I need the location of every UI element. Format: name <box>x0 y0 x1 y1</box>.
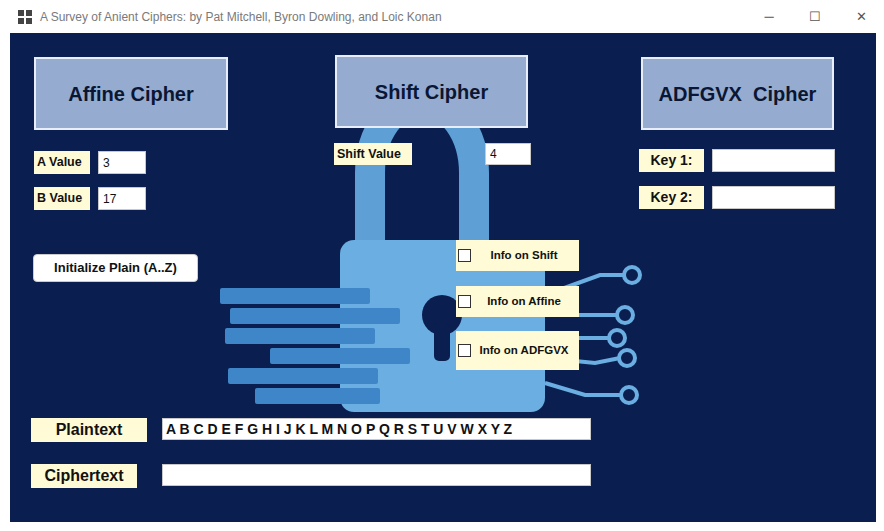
checkbox-box[interactable] <box>458 249 471 262</box>
field-input[interactable] <box>98 151 146 174</box>
checkbox-label: Info on Affine <box>471 293 577 310</box>
ciphertext-field[interactable] <box>162 464 591 486</box>
info-checkbox[interactable]: Info on ADFGVX <box>456 331 579 370</box>
field-input[interactable] <box>98 187 146 210</box>
window-title: A Survey of Anient Ciphers: by Pat Mitch… <box>40 8 746 26</box>
field-input[interactable] <box>712 149 835 172</box>
plaintext-label: Plaintext <box>31 418 147 442</box>
maximize-button[interactable]: ☐ <box>792 0 838 33</box>
window-controls: ─☐✕ <box>746 0 884 33</box>
minimize-button[interactable]: ─ <box>746 0 792 33</box>
field-input[interactable] <box>712 186 835 209</box>
app-icon-square <box>18 10 24 16</box>
field-label: B Value <box>34 187 90 210</box>
field-label: A Value <box>34 151 90 174</box>
app-icon-square <box>26 18 32 24</box>
title-bar: A Survey of Anient Ciphers: by Pat Mitch… <box>0 0 884 33</box>
app-icon-square <box>18 18 24 24</box>
field-input[interactable] <box>485 143 531 165</box>
field-label: Key 1: <box>639 149 704 172</box>
checkbox-label: Info on Shift <box>471 247 577 264</box>
cipher-button[interactable]: Affine Cipher <box>34 57 228 130</box>
cipher-button[interactable]: Shift Cipher <box>335 55 528 128</box>
app-icon-square <box>26 10 32 16</box>
app-icon <box>18 10 32 24</box>
checkbox-box[interactable] <box>458 295 471 308</box>
checkbox-box[interactable] <box>458 344 471 357</box>
plaintext-field[interactable] <box>162 418 591 440</box>
initialize-button[interactable]: Initialize Plain (A..Z) <box>33 254 198 282</box>
cipher-button[interactable]: ADFGVX Cipher <box>641 57 834 130</box>
info-checkbox[interactable]: Info on Affine <box>456 286 579 317</box>
checkbox-label: Info on ADFGVX <box>471 342 577 359</box>
info-checkbox[interactable]: Info on Shift <box>456 240 579 271</box>
ciphertext-label: Ciphertext <box>31 464 137 488</box>
field-label: Shift Value <box>334 143 412 165</box>
form-panel: Affine Cipher A Value B Value Shift Cipher S… <box>10 33 876 522</box>
close-button[interactable]: ✕ <box>838 0 884 33</box>
field-label: Key 2: <box>639 186 704 209</box>
